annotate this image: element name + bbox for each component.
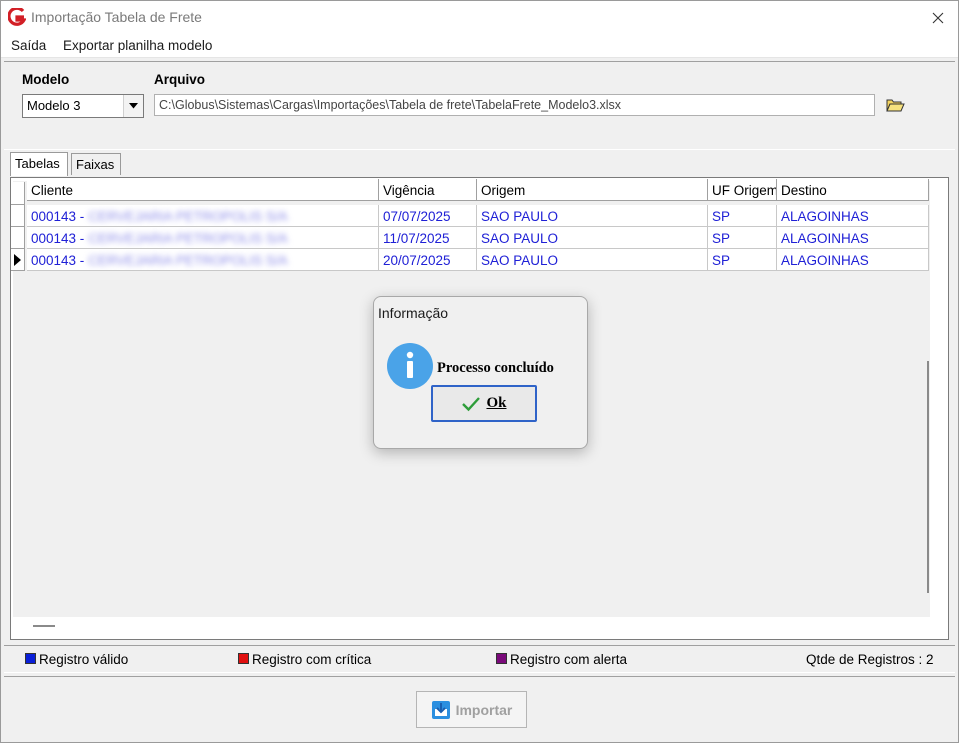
current-row-arrow-icon: [14, 254, 21, 266]
cliente-name-redacted: CERVEJARIA PETROPOLIS S/A: [88, 253, 288, 268]
information-dialog: Informação Processo concluído Ok: [373, 296, 588, 449]
row-indicator-current[interactable]: [11, 249, 25, 271]
legend-valid-label: Registro válido: [39, 652, 129, 667]
cell-origem[interactable]: SAO PAULO: [477, 227, 708, 249]
vertical-scrollbar-thumb[interactable]: [927, 361, 929, 593]
action-panel: Importar: [4, 676, 955, 741]
modelo-label: Modelo: [22, 72, 70, 87]
ok-label: Ok: [486, 395, 507, 411]
cell-uf-origem[interactable]: SP: [708, 227, 777, 249]
cliente-name-redacted: CERVEJARIA PETROPOLIS S/A: [88, 209, 288, 224]
column-header-uf-origem[interactable]: UF Origem: [708, 179, 777, 201]
cliente-code: 000143 -: [31, 209, 85, 224]
arquivo-label: Arquivo: [154, 72, 206, 87]
row-indicator[interactable]: [11, 205, 25, 227]
cell-vigencia[interactable]: 11/07/2025: [379, 227, 477, 249]
modelo-select[interactable]: Modelo 3: [22, 94, 144, 118]
modelo-dropdown-button[interactable]: [123, 95, 143, 117]
modelo-select-value: Modelo 3: [27, 98, 81, 113]
close-button[interactable]: [922, 4, 954, 31]
cell-cliente[interactable]: 000143 - CERVEJARIA PETROPOLIS S/A: [27, 249, 379, 271]
tab-faixas[interactable]: Faixas: [71, 153, 121, 175]
open-folder-icon[interactable]: [885, 96, 905, 114]
record-count: Qtde de Registros : 2: [806, 652, 934, 667]
cell-destino[interactable]: ALAGOINHAS: [777, 227, 929, 249]
legend-valid-swatch: [25, 653, 36, 664]
cliente-code: 000143 -: [31, 253, 85, 268]
dialog-message: Processo concluído: [437, 360, 554, 376]
horizontal-scrollbar-thumb[interactable]: [33, 625, 55, 627]
legend-critica-swatch: [238, 653, 249, 664]
cell-uf-origem[interactable]: SP: [708, 205, 777, 227]
column-header-destino[interactable]: Destino: [777, 179, 929, 201]
main-window: Importação Tabela de Frete Saída Exporta…: [0, 0, 959, 743]
close-icon: [932, 12, 944, 23]
import-settings-panel: Modelo Arquivo Modelo 3: [4, 61, 955, 150]
cell-uf-origem[interactable]: SP: [708, 249, 777, 271]
legend-alerta-swatch: [496, 653, 507, 664]
cell-destino[interactable]: ALAGOINHAS: [777, 205, 929, 227]
title-bar: Importação Tabela de Frete: [1, 1, 958, 34]
info-icon: [387, 343, 433, 389]
ok-button[interactable]: Ok: [431, 385, 537, 422]
legend-registro-critica: Registro com crítica: [238, 652, 371, 667]
legend-registro-alerta: Registro com alerta: [496, 652, 627, 667]
menu-exportar-planilha-modelo[interactable]: Exportar planilha modelo: [63, 38, 212, 53]
cell-origem[interactable]: SAO PAULO: [477, 249, 708, 271]
tab-tabelas[interactable]: Tabelas: [10, 152, 68, 176]
legend-status-bar: Registro válido Registro com crítica Reg…: [4, 645, 955, 673]
importar-button[interactable]: Importar: [416, 691, 527, 728]
legend-critica-label: Registro com crítica: [252, 652, 372, 667]
cell-vigencia[interactable]: 07/07/2025: [379, 205, 477, 227]
window-title: Importação Tabela de Frete: [31, 9, 202, 25]
legend-registro-valido: Registro válido: [25, 652, 128, 667]
grid-corner-cell: [11, 182, 25, 205]
legend-alerta-label: Registro com alerta: [510, 652, 628, 667]
column-header-cliente[interactable]: Cliente: [27, 179, 379, 201]
cell-cliente[interactable]: 000143 - CERVEJARIA PETROPOLIS S/A: [27, 227, 379, 249]
cliente-code: 000143 -: [31, 231, 85, 246]
app-logo-icon: [8, 8, 26, 26]
importar-label: Importar: [455, 701, 513, 718]
checkmark-icon: [462, 396, 481, 411]
cell-origem[interactable]: SAO PAULO: [477, 205, 708, 227]
column-header-origem[interactable]: Origem: [477, 179, 708, 201]
import-download-icon: [431, 700, 450, 719]
cell-destino[interactable]: ALAGOINHAS: [777, 249, 929, 271]
column-header-vigencia[interactable]: Vigência: [379, 179, 477, 201]
row-indicator[interactable]: [11, 227, 25, 249]
menu-bar: Saída Exportar planilha modelo: [1, 34, 958, 58]
dialog-title: Informação: [378, 305, 449, 321]
chevron-down-icon: [129, 103, 138, 109]
menu-saida[interactable]: Saída: [11, 38, 46, 53]
cell-cliente[interactable]: 000143 - CERVEJARIA PETROPOLIS S/A: [27, 205, 379, 227]
cell-vigencia[interactable]: 20/07/2025: [379, 249, 477, 271]
cliente-name-redacted: CERVEJARIA PETROPOLIS S/A: [88, 231, 288, 246]
arquivo-path-field[interactable]: [154, 94, 875, 116]
